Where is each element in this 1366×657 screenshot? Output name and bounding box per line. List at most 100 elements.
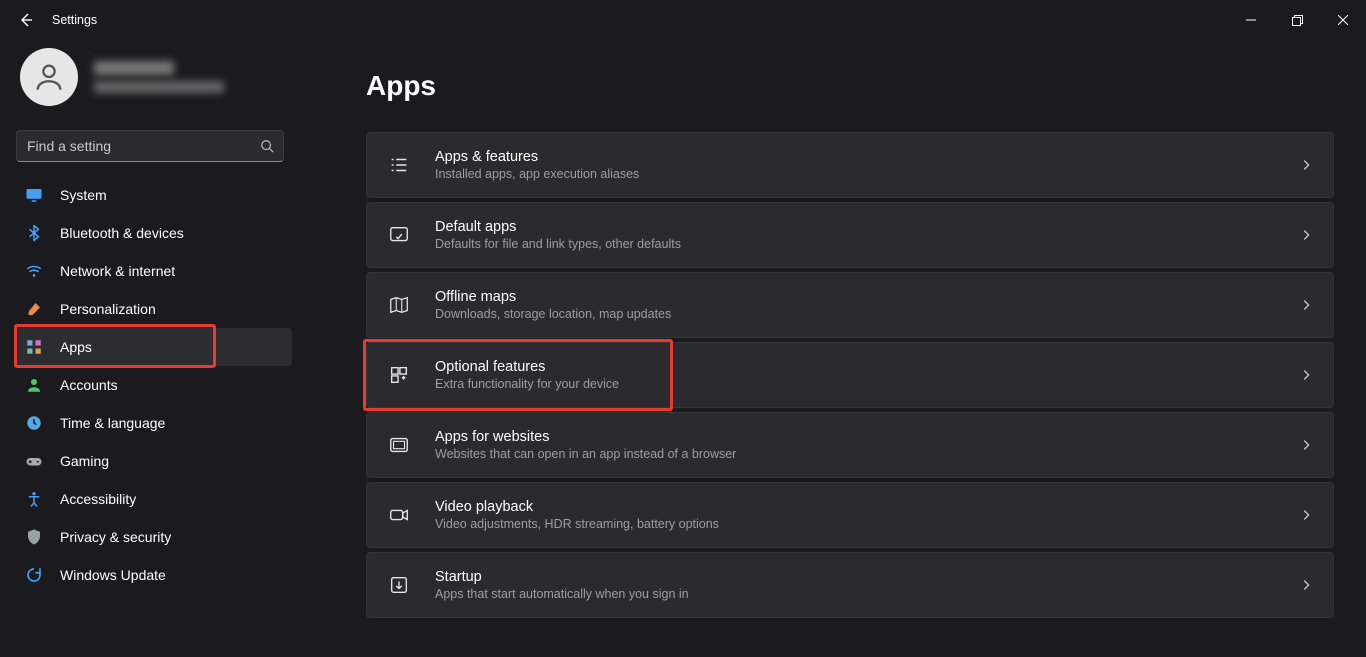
clock-icon [24, 413, 44, 433]
card-title: Offline maps [435, 289, 1299, 305]
account-text [94, 61, 224, 93]
card-subtitle: Defaults for file and link types, other … [435, 237, 1299, 251]
list-icon [387, 153, 411, 177]
maximize-icon [1292, 15, 1303, 26]
sidebar-item-bluetooth[interactable]: Bluetooth & devices [16, 214, 292, 252]
apps-icon [24, 337, 44, 357]
chevron-right-icon [1299, 368, 1313, 382]
sidebar-item-network[interactable]: Network & internet [16, 252, 292, 290]
sidebar-item-time[interactable]: Time & language [16, 404, 292, 442]
person-icon [24, 375, 44, 395]
highlight-box [14, 324, 216, 368]
main-panel: Apps Apps & features Installed apps, app… [300, 40, 1366, 657]
sidebar-item-gaming[interactable]: Gaming [16, 442, 292, 480]
card-apps-websites[interactable]: Apps for websites Websites that can open… [366, 412, 1334, 478]
card-text: Startup Apps that start automatically wh… [435, 569, 1299, 601]
sidebar-item-personalization[interactable]: Personalization [16, 290, 292, 328]
arrow-left-icon [18, 12, 34, 28]
avatar [20, 48, 78, 106]
brush-icon [24, 299, 44, 319]
nav-list: System Bluetooth & devices Network & int… [16, 176, 292, 594]
page-title: Apps [366, 70, 1342, 102]
sidebar-item-label: Privacy & security [60, 529, 171, 545]
card-subtitle: Installed apps, app execution aliases [435, 167, 1299, 181]
chevron-right-icon [1299, 298, 1313, 312]
sidebar-item-label: Accounts [60, 377, 118, 393]
card-default-apps[interactable]: Default apps Defaults for file and link … [366, 202, 1334, 268]
card-video-playback[interactable]: Video playback Video adjustments, HDR st… [366, 482, 1334, 548]
search-wrapper [16, 130, 284, 162]
chevron-right-icon [1299, 578, 1313, 592]
sidebar-item-label: Time & language [60, 415, 165, 431]
settings-cards: Apps & features Installed apps, app exec… [366, 132, 1342, 618]
sidebar-item-label: Personalization [60, 301, 156, 317]
card-text: Apps & features Installed apps, app exec… [435, 149, 1299, 181]
access-icon [24, 489, 44, 509]
sidebar-item-apps[interactable]: Apps [16, 328, 292, 366]
sidebar-item-label: Apps [60, 339, 92, 355]
account-name-redacted [94, 61, 174, 75]
person-icon [32, 60, 66, 94]
sidebar-item-label: Bluetooth & devices [60, 225, 184, 241]
puzzle-icon [387, 363, 411, 387]
window-title: Settings [52, 13, 97, 27]
card-text: Offline maps Downloads, storage location… [435, 289, 1299, 321]
card-text: Default apps Defaults for file and link … [435, 219, 1299, 251]
card-text: Apps for websites Websites that can open… [435, 429, 1299, 461]
card-title: Default apps [435, 219, 1299, 235]
close-icon [1338, 15, 1348, 25]
search-input[interactable] [16, 130, 284, 162]
title-bar: Settings [0, 0, 1366, 40]
sidebar-item-label: Gaming [60, 453, 109, 469]
window-controls [1228, 4, 1366, 36]
card-subtitle: Downloads, storage location, map updates [435, 307, 1299, 321]
close-button[interactable] [1320, 4, 1366, 36]
update-icon [24, 565, 44, 585]
bluetooth-icon [24, 223, 44, 243]
video-icon [387, 503, 411, 527]
sidebar-item-privacy[interactable]: Privacy & security [16, 518, 292, 556]
sidebar-item-label: System [60, 187, 107, 203]
chevron-right-icon [1299, 438, 1313, 452]
sidebar: System Bluetooth & devices Network & int… [0, 40, 300, 657]
card-text: Video playback Video adjustments, HDR st… [435, 499, 1299, 531]
sidebar-item-label: Network & internet [60, 263, 175, 279]
default-icon [387, 223, 411, 247]
sidebar-item-update[interactable]: Windows Update [16, 556, 292, 594]
globe-icon [387, 433, 411, 457]
shield-icon [24, 527, 44, 547]
minimize-icon [1246, 15, 1256, 25]
startup-icon [387, 573, 411, 597]
card-startup[interactable]: Startup Apps that start automatically wh… [366, 552, 1334, 618]
card-title: Optional features [435, 359, 1299, 375]
chevron-right-icon [1299, 228, 1313, 242]
wifi-icon [24, 261, 44, 281]
sidebar-item-accessibility[interactable]: Accessibility [16, 480, 292, 518]
sidebar-item-system[interactable]: System [16, 176, 292, 214]
account-header[interactable] [16, 40, 292, 124]
card-title: Apps for websites [435, 429, 1299, 445]
chevron-right-icon [1299, 158, 1313, 172]
back-button[interactable] [14, 8, 38, 32]
card-title: Video playback [435, 499, 1299, 515]
sidebar-item-label: Accessibility [60, 491, 136, 507]
sidebar-item-accounts[interactable]: Accounts [16, 366, 292, 404]
search-icon [260, 139, 274, 153]
gamepad-icon [24, 451, 44, 471]
card-optional-features[interactable]: Optional features Extra functionality fo… [366, 342, 1334, 408]
card-subtitle: Apps that start automatically when you s… [435, 587, 1299, 601]
map-icon [387, 293, 411, 317]
minimize-button[interactable] [1228, 4, 1274, 36]
maximize-button[interactable] [1274, 4, 1320, 36]
card-subtitle: Extra functionality for your device [435, 377, 1299, 391]
chevron-right-icon [1299, 508, 1313, 522]
card-apps-features[interactable]: Apps & features Installed apps, app exec… [366, 132, 1334, 198]
account-email-redacted [94, 81, 224, 93]
card-subtitle: Video adjustments, HDR streaming, batter… [435, 517, 1299, 531]
card-title: Apps & features [435, 149, 1299, 165]
monitor-icon [24, 185, 44, 205]
card-text: Optional features Extra functionality fo… [435, 359, 1299, 391]
sidebar-item-label: Windows Update [60, 567, 166, 583]
card-title: Startup [435, 569, 1299, 585]
card-offline-maps[interactable]: Offline maps Downloads, storage location… [366, 272, 1334, 338]
